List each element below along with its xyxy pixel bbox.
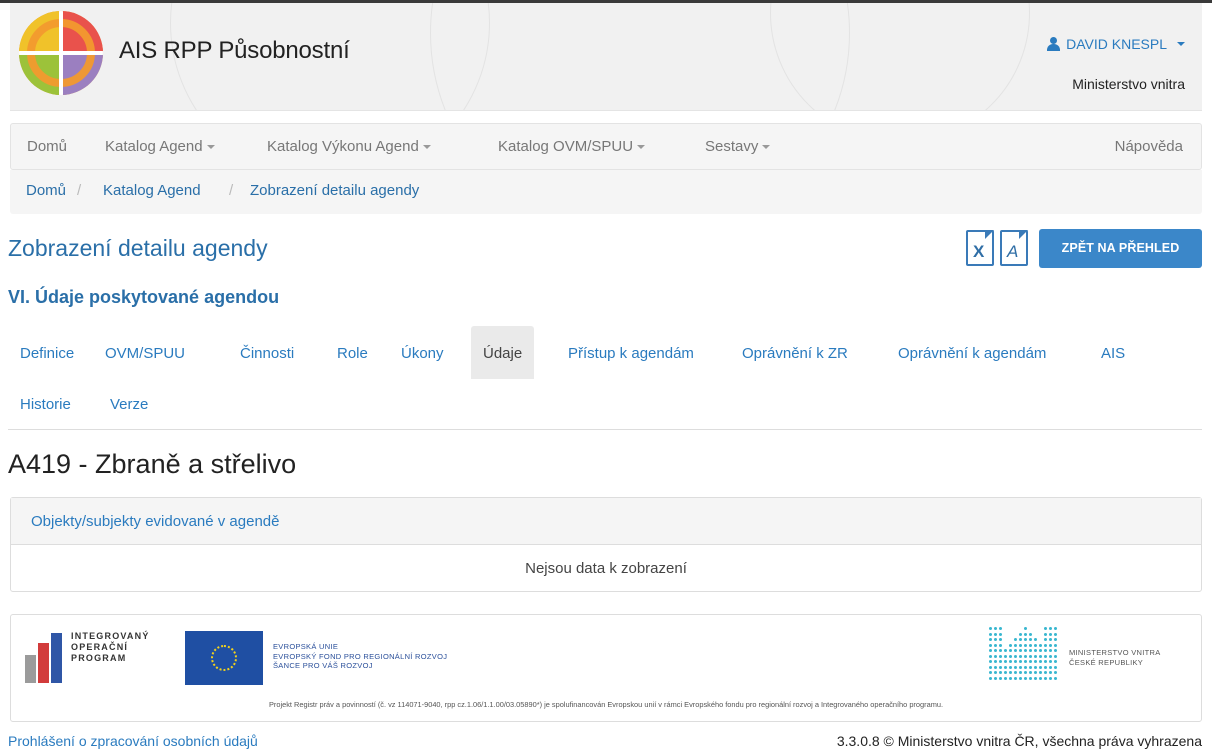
chevron-down-icon [1177,42,1185,46]
breadcrumb-katalog-agend[interactable]: Katalog Agend [103,182,201,199]
pdf-export-icon[interactable]: A [1000,230,1028,266]
copyright-text: 3.3.0.8 © Ministerstvo vnitra ČR, všechn… [836,733,1202,749]
breadcrumb-current: Zobrazení detailu agendy [250,182,420,199]
breadcrumb-separator: / [229,182,234,199]
tab-opravneni-k-agendam[interactable]: Oprávnění k agendám [886,329,1058,379]
user-icon [1047,37,1061,51]
nav-katalog-ovm[interactable]: Katalog OVM/SPUU [498,138,646,155]
main-navbar: Domů Katalog Agend Katalog Výkonu Agend … [10,123,1202,170]
nav-home[interactable]: Domů [27,138,67,155]
breadcrumb-home[interactable]: Domů [26,182,66,199]
tab-pristup-k-agendam[interactable]: Přístup k agendám [556,329,706,379]
nav-help[interactable]: Nápověda [1115,138,1183,155]
panel-heading[interactable]: Objekty/subjekty evidované v agendě [11,498,1201,545]
eu-flag-icon [185,631,263,685]
iop-logo-icon [25,633,65,683]
excel-export-icon[interactable]: X [966,230,994,266]
ministry-logo-text: MINISTERSTVO VNITRA ČESKÉ REPUBLIKY [1069,648,1161,667]
objects-panel: Objekty/subjekty evidované v agendě Nejs… [10,497,1202,592]
ministry-logo-icon [989,627,1059,685]
chevron-down-icon [637,145,646,150]
tab-opravneni-k-zr[interactable]: Oprávnění k ZR [730,329,860,379]
back-to-overview-button[interactable]: ZPĚT NA PŘEHLED [1039,229,1202,268]
app-title[interactable]: AIS RPP Působnostní [119,37,350,65]
eu-logo-text: EVROPSKÁ UNIE EVROPSKÝ FOND PRO REGIONÁL… [273,642,448,670]
nav-katalog-vykonu-agend[interactable]: Katalog Výkonu Agend [267,138,431,155]
page-title: Zobrazení detailu agendy [8,235,268,261]
user-organization: Ministerstvo vnitra [1072,76,1185,92]
breadcrumb: Domů / Katalog Agend / Zobrazení detailu… [10,170,1202,214]
tab-cinnosti[interactable]: Činnosti [228,329,306,379]
tab-ukony[interactable]: Úkony [389,329,456,379]
header-decoration [770,3,1030,110]
breadcrumb-separator: / [77,182,82,199]
record-title: A419 - Zbraně a střelivo [8,449,297,479]
tab-udaje[interactable]: Údaje [471,326,535,379]
app-logo[interactable] [19,11,103,95]
chevron-down-icon [762,145,771,150]
tab-historie[interactable]: Historie [8,380,83,430]
app-header: AIS RPP Působnostní DAVID KNESPL Ministe… [10,3,1202,111]
tab-definice[interactable]: Definice [8,329,86,379]
section-title: VI. Údaje poskytované agendou [8,287,280,307]
detail-tabs: Definice OVM/SPUU Činnosti Role Úkony Úd… [8,326,1202,430]
tab-role[interactable]: Role [325,329,380,379]
nav-katalog-agend[interactable]: Katalog Agend [105,138,215,155]
chevron-down-icon [206,145,215,150]
tab-ais[interactable]: AIS [1089,329,1137,379]
chevron-down-icon [422,145,431,150]
project-funding-note: Projekt Registr práv a povinností (č. vz… [268,700,944,709]
tab-verze[interactable]: Verze [98,380,160,430]
iop-logo-text: INTEGROVANÝ OPERAČNÍ PROGRAM [71,631,150,663]
empty-state-text: Nejsou data k zobrazení [525,560,687,577]
user-menu[interactable]: DAVID KNESPL [1047,36,1185,52]
tab-ovm-spuu[interactable]: OVM/SPUU [93,329,197,379]
user-name: DAVID KNESPL [1066,36,1167,52]
nav-sestavy[interactable]: Sestavy [705,138,771,155]
privacy-policy-link[interactable]: Prohlášení o zpracování osobních údajů [8,733,258,749]
